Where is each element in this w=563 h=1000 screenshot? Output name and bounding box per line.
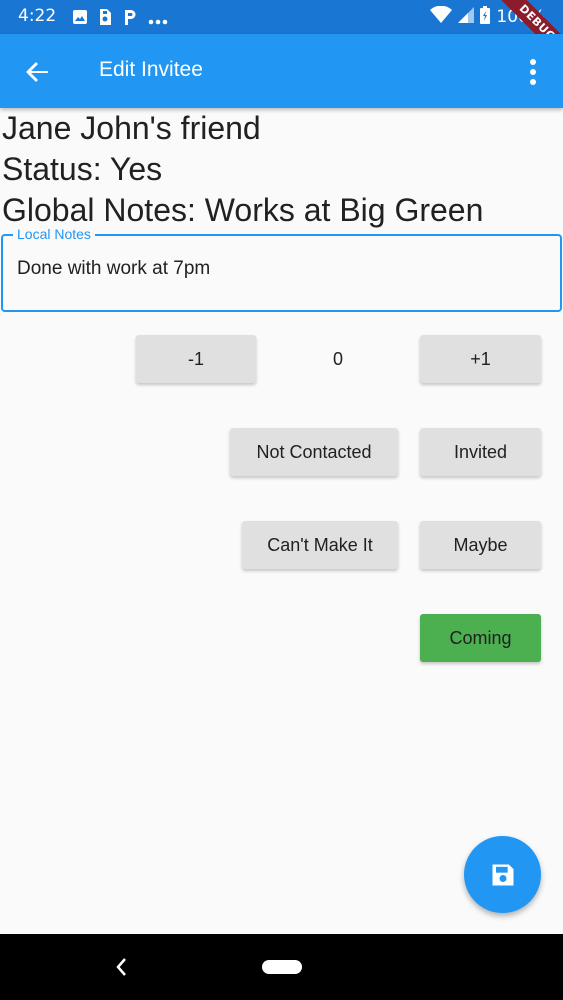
nav-home-pill[interactable] [262, 960, 302, 974]
save-fab[interactable] [464, 836, 541, 913]
maybe-button[interactable]: Maybe [420, 521, 541, 569]
battery-icon [480, 6, 491, 28]
nav-back-icon [116, 958, 126, 976]
invitee-global-notes: Global Notes: Works at Big Green [2, 192, 484, 228]
nav-back-button[interactable] [112, 956, 132, 978]
cant-make-it-button[interactable]: Can't Make It [242, 521, 398, 569]
sim-icon [98, 8, 112, 30]
plus-one-count: 0 [332, 349, 343, 369]
coming-button[interactable]: Coming [420, 614, 541, 662]
overflow-menu-button[interactable] [521, 56, 545, 88]
save-icon [492, 864, 513, 885]
signal-icon [458, 6, 475, 28]
parking-icon [122, 8, 138, 30]
back-button[interactable] [22, 56, 54, 88]
app-bar: Edit Invitee [0, 34, 563, 108]
invitee-name: Jane John's friend [2, 110, 261, 146]
arrow-left-icon [26, 62, 48, 82]
decrement-button[interactable]: -1 [136, 335, 256, 383]
local-notes-field[interactable]: Local Notes [1, 226, 562, 312]
increment-button[interactable]: +1 [420, 335, 541, 383]
more-dots-icon [148, 10, 168, 29]
status-time: 4:22 [18, 6, 57, 26]
system-nav-bar [0, 934, 563, 1000]
page-title: Edit Invitee [99, 58, 203, 81]
status-left-icons [72, 8, 168, 30]
local-notes-input[interactable] [17, 258, 537, 280]
invited-button[interactable]: Invited [420, 428, 541, 476]
not-contacted-button[interactable]: Not Contacted [230, 428, 398, 476]
wifi-icon [430, 5, 453, 28]
local-notes-label: Local Notes [13, 226, 95, 242]
more-vert-icon [530, 59, 536, 85]
invitee-status: Status: Yes [2, 151, 163, 187]
status-bar: 4:22 100% DEBUG [0, 0, 563, 34]
image-icon [72, 9, 88, 29]
